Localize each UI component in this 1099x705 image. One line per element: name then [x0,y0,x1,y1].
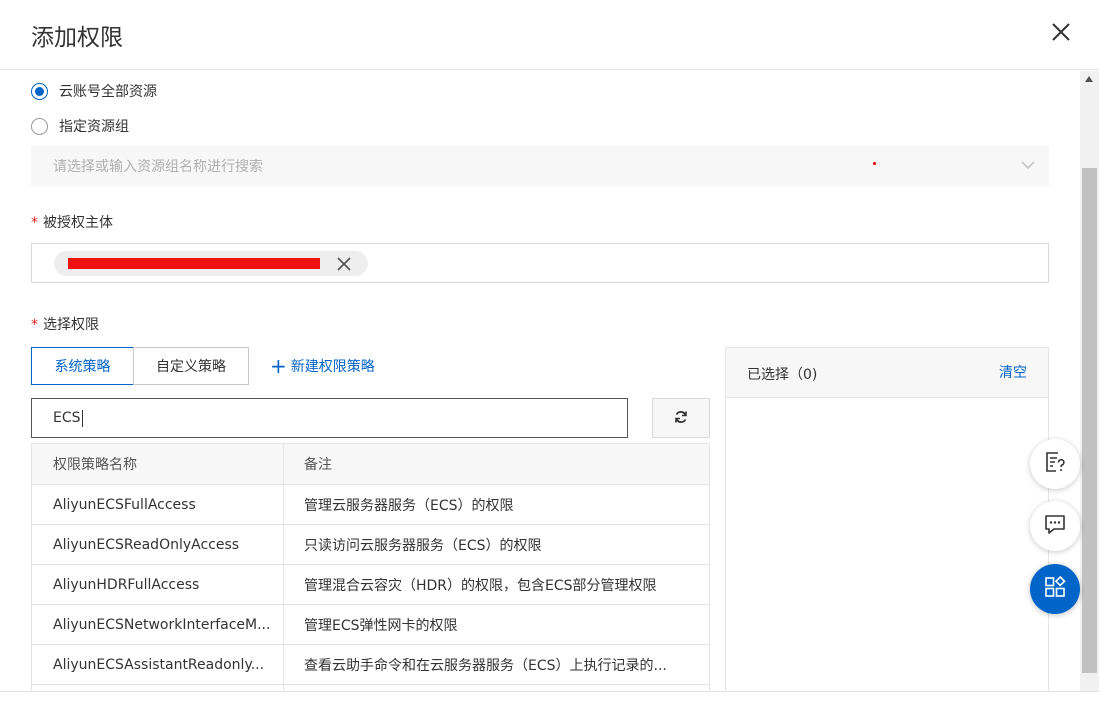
new-policy-label: 新建权限策略 [290,359,375,375]
doc-help-icon [1043,450,1067,478]
redacted-principal [68,258,320,269]
clear-button[interactable]: 清空 [999,362,1027,382]
policy-note: 管理云服务器服务（ECS）的权限 [304,497,514,514]
stray-dot [873,162,876,165]
principal-tag [54,251,368,276]
refresh-button[interactable] [652,398,710,438]
radio-checked-icon[interactable] [31,82,48,100]
scroll-thumb[interactable] [1082,168,1097,673]
refresh-icon [674,409,688,428]
resource-group-select[interactable]: 请选择或输入资源组名称进行搜索 [31,146,1049,186]
table-row[interactable]: AliyunECSNetworkInterfaceM... 管理ECS弹性网卡的… [32,605,709,645]
dialog-footer-edge [0,691,1099,705]
dialog-body: 云账号全部资源 指定资源组 请选择或输入资源组名称进行搜索 * 被授权主体 * … [0,71,1080,691]
permissions-label-text: 选择权限 [43,317,99,333]
resource-group-placeholder: 请选择或输入资源组名称进行搜索 [53,159,263,175]
table-header: 权限策略名称 备注 [32,443,709,485]
close-icon[interactable] [336,256,352,272]
principal-label-text: 被授权主体 [43,215,113,231]
chat-button[interactable] [1030,501,1080,551]
policy-tabs: 系统策略 自定义策略 [31,347,249,385]
plus-icon: + [270,354,287,378]
policy-note: 只读访问云服务器服务（ECS）的权限 [304,537,542,554]
policy-name: AliyunECSReadOnlyAccess [32,525,284,564]
vertical-scrollbar[interactable] [1080,71,1099,691]
help-doc-button[interactable] [1030,439,1080,489]
principal-label: * 被授权主体 [31,212,113,232]
close-icon[interactable] [1049,20,1073,44]
selected-panel: 已选择（0) 清空 [725,347,1049,691]
apps-icon [1043,575,1067,603]
policy-note: 查看云助手命令和在云服务器服务（ECS）上执行记录的... [304,657,667,674]
selected-header: 已选择（0) 清空 [726,348,1048,398]
tab-custom-policy[interactable]: 自定义策略 [133,347,249,385]
selected-count: 已选择（0) [747,367,818,383]
policy-name: AliyunECSAssistantReadonly... [32,645,284,684]
add-permission-dialog: 添加权限 云账号全部资源 指定资源组 请选择或输入资源组名称进行搜索 * 被授权主… [0,0,1099,705]
text-caret [81,409,83,427]
policy-name: AliyunECSFullAccess [32,485,284,524]
principal-input[interactable] [31,243,1049,283]
table-row[interactable]: AliyunECSReadOnlyAccess 只读访问云服务器服务（ECS）的… [32,525,709,565]
table-row[interactable]: AliyunECSAssistantReadonly... 查看云助手命令和在云… [32,645,709,685]
policy-search-value: ECS [53,410,81,426]
tab-system-policy[interactable]: 系统策略 [31,347,134,385]
dialog-title: 添加权限 [31,25,123,51]
apps-button[interactable] [1030,564,1080,614]
required-mark: * [31,317,38,333]
radio-all-resources-label: 云账号全部资源 [59,84,157,100]
permissions-label: * 选择权限 [31,314,99,334]
policy-search-input[interactable]: ECS [31,398,628,438]
radio-unchecked-icon[interactable] [31,117,48,135]
radio-all-resources[interactable]: 云账号全部资源 [31,81,157,101]
policy-name: AliyunECSNetworkInterfaceM... [32,605,284,644]
dialog-header: 添加权限 [0,0,1099,70]
policy-note: 管理混合云容灾（HDR）的权限，包含ECS部分管理权限 [304,577,657,594]
policy-note: 管理ECS弹性网卡的权限 [304,617,458,634]
table-row[interactable]: AliyunHDRFullAccess 管理混合云容灾（HDR）的权限，包含EC… [32,565,709,605]
scroll-up-arrow-icon[interactable] [1085,76,1093,82]
radio-resource-group[interactable]: 指定资源组 [31,116,129,136]
column-header-name: 权限策略名称 [32,444,284,484]
policy-table: 权限策略名称 备注 AliyunECSFullAccess 管理云服务器服务（E… [31,443,710,691]
required-mark: * [31,215,38,231]
radio-resource-group-label: 指定资源组 [59,119,129,135]
chat-icon [1043,512,1067,540]
policy-name: AliyunHDRFullAccess [32,565,284,604]
chevron-down-icon[interactable] [1019,156,1037,178]
new-policy-link[interactable]: + 新建权限策略 [270,356,375,376]
column-header-note: 备注 [304,457,332,473]
table-row[interactable]: AliyunECSFullAccess 管理云服务器服务（ECS）的权限 [32,485,709,525]
